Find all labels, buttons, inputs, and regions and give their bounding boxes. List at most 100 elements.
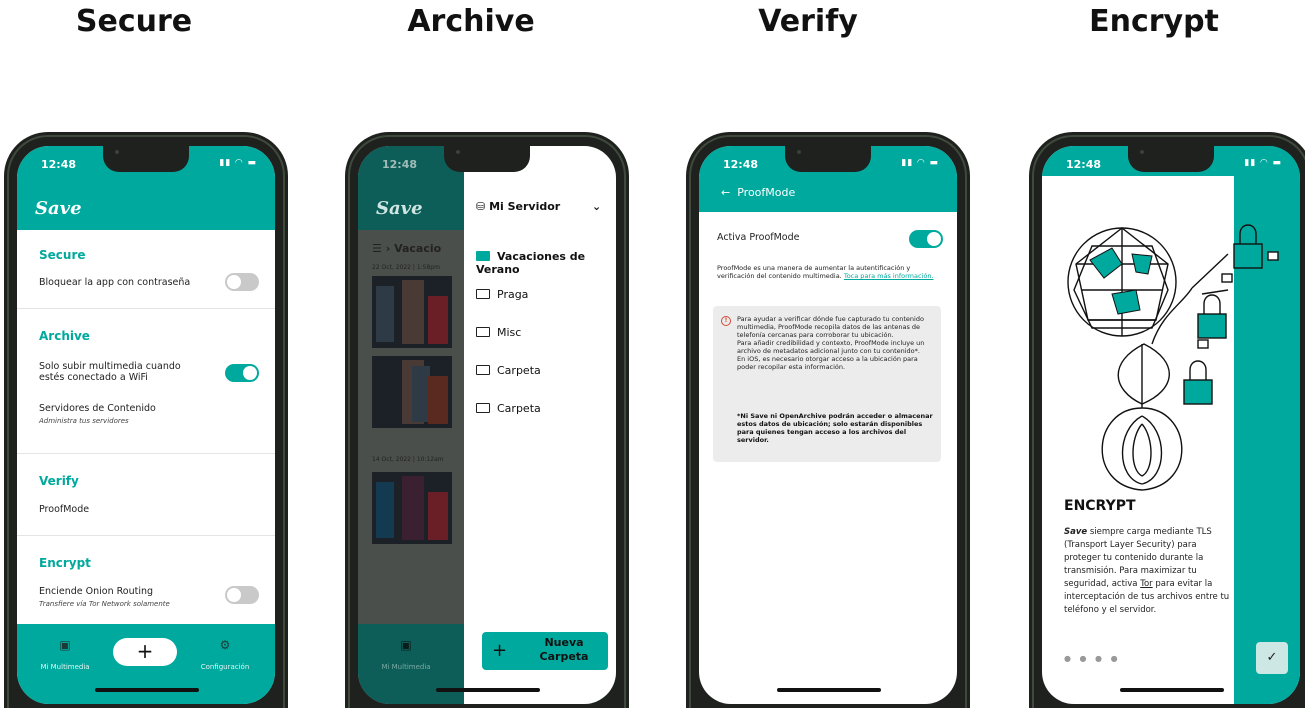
home-indicator — [95, 688, 199, 692]
wifi-only-toggle[interactable] — [225, 364, 259, 382]
wifi-only-label-2: estés conectado a WiFi — [39, 372, 148, 383]
encrypt-onboarding-screen: 12:48 ▮▮ ◠ ▬ ENCRYPT Save siempre carga … — [1042, 146, 1300, 704]
notch — [103, 146, 189, 172]
status-time: 12:48 — [1066, 158, 1102, 171]
section-title-secure: Secure — [39, 248, 86, 262]
media-icon: ▣ — [400, 638, 412, 652]
content-servers-label[interactable]: Servidores de Contenido — [39, 403, 156, 414]
section-title-verify: Verify — [39, 474, 79, 488]
lock-app-toggle[interactable] — [225, 273, 259, 291]
archive-screen: Save 12:48 ☰ › Vacacio 22 Oct, 2022 | 1:… — [358, 146, 616, 704]
signal-wifi-battery-icon: ▮▮ ◠ ▬ — [219, 158, 257, 168]
tor-link[interactable]: Tor — [1140, 579, 1152, 589]
phone-archive: Save 12:48 ☰ › Vacacio 22 Oct, 2022 | 1:… — [345, 132, 629, 708]
status-time: 12:48 — [723, 158, 759, 171]
proofmode-description: ProofMode es una manera de aumentar la a… — [717, 264, 943, 280]
onion-globe-illustration — [1067, 224, 1279, 491]
nav-settings-label: Configuración — [200, 663, 250, 671]
folder-item[interactable]: Praga — [476, 288, 528, 301]
activate-proofmode-label: Activa ProofMode — [717, 232, 800, 243]
notch — [1128, 146, 1214, 172]
media-date-2: 14 Oct, 2022 | 10:12am — [372, 456, 444, 463]
new-folder-button[interactable]: + Nueva Carpeta — [482, 632, 608, 670]
folder-item[interactable]: Carpeta — [476, 364, 541, 377]
folder-label: Vacaciones de Verano — [476, 250, 586, 276]
server-selector[interactable]: ⛁ Mi Servidor ⌄ — [476, 200, 601, 213]
folder-item[interactable]: Misc — [476, 326, 521, 339]
proofmode-screen: 12:48 ▮▮ ◠ ▬ ← ProofMode Activa ProofMod… — [699, 146, 957, 704]
status-time: 12:48 — [41, 158, 77, 171]
wifi-only-label-1: Solo subir multimedia cuando — [39, 361, 181, 372]
phone-verify: 12:48 ▮▮ ◠ ▬ ← ProofMode Activa ProofMod… — [686, 132, 970, 708]
folder-label: Praga — [497, 288, 529, 301]
location-info-text: Para ayudar a verificar dónde fue captur… — [737, 315, 925, 371]
title-encrypt: Encrypt — [1089, 4, 1219, 39]
phone-encrypt: 12:48 ▮▮ ◠ ▬ ENCRYPT Save siempre carga … — [1029, 132, 1305, 708]
folder-item[interactable]: Vacaciones de Verano — [476, 250, 616, 276]
screen-title: ← ProofMode — [721, 186, 795, 199]
signal-wifi-battery-icon: ▮▮ ◠ ▬ — [1244, 158, 1282, 168]
save-logo: Save — [376, 198, 423, 219]
onion-routing-sub: Transfiere vía Tor Network solamente — [39, 600, 170, 608]
breadcrumb-folder: Vacacio — [394, 242, 442, 255]
home-indicator — [436, 688, 540, 692]
section-title-archive: Archive — [39, 329, 90, 343]
page-indicator-dots: ● ● ● ● — [1064, 654, 1121, 663]
notch — [785, 146, 871, 172]
onion-routing-toggle[interactable] — [225, 586, 259, 604]
gear-icon: ⚙ — [219, 638, 231, 652]
content-servers-sub: Administra tus servidores — [39, 417, 129, 425]
back-arrow-icon[interactable]: ← — [721, 186, 730, 199]
media-icon: ▣ — [59, 638, 71, 652]
activate-proofmode-toggle[interactable] — [909, 230, 943, 248]
info-warning-icon: ! — [721, 316, 731, 326]
folder-item[interactable]: Carpeta — [476, 402, 541, 415]
settings-screen: 12:48 ▮▮ ◠ ▬ Save Secure Bloquear la app… — [17, 146, 275, 704]
notch — [444, 146, 530, 172]
divider — [17, 453, 275, 454]
folder-icon — [476, 251, 490, 261]
home-indicator — [1120, 688, 1224, 692]
title-archive: Archive — [407, 4, 535, 39]
nav-media[interactable]: ▣ Mi Multimedia — [25, 638, 105, 673]
nav-media-label: Mi Multimedia — [381, 663, 431, 671]
server-drawer: ⛁ Mi Servidor ⌄ Vacaciones de Verano Pra… — [464, 146, 616, 704]
folder-icon — [476, 289, 490, 299]
server-icon: ⛁ — [476, 200, 486, 213]
onboarding-body: Save siempre carga mediante TLS (Transpo… — [1064, 526, 1230, 617]
more-info-link[interactable]: Toca para más información. — [844, 272, 934, 280]
breadcrumb: ☰ › Vacacio — [372, 242, 442, 255]
section-title-encrypt: Encrypt — [39, 556, 91, 570]
nav-media[interactable]: ▣ Mi Multimedia — [366, 638, 446, 673]
onboarding-title: ENCRYPT — [1064, 498, 1136, 514]
divider — [17, 535, 275, 536]
signal-wifi-battery-icon: ▮▮ ◠ ▬ — [901, 158, 939, 168]
location-info-box: ! Para ayudar a verificar dónde fue capt… — [713, 306, 941, 462]
save-logo: Save — [35, 198, 82, 219]
title-verify: Verify — [758, 4, 858, 39]
folder-icon — [476, 365, 490, 375]
status-time: 12:48 — [382, 158, 418, 171]
add-media-button[interactable]: + — [113, 638, 177, 666]
folder-icon — [476, 403, 490, 413]
folder-label: Carpeta — [497, 402, 541, 415]
media-thumbnail[interactable] — [372, 356, 452, 428]
new-folder-label: Nueva Carpeta — [539, 636, 589, 663]
proofmode-link[interactable]: ProofMode — [39, 504, 89, 515]
folder-label: Misc — [497, 326, 522, 339]
media-date-1: 22 Oct, 2022 | 1:58pm — [372, 264, 440, 271]
chevron-down-icon: ⌄ — [592, 200, 602, 213]
location-disclaimer: *Ni Save ni OpenArchive podrán acceder o… — [737, 412, 933, 444]
folder-icon — [476, 327, 490, 337]
plus-icon: + — [492, 640, 508, 661]
folder-label: Carpeta — [497, 364, 541, 377]
server-name: Mi Servidor — [489, 200, 561, 213]
bottom-nav: ▣ Mi Multimedia + ⚙ Configuración — [17, 624, 275, 704]
media-thumbnail[interactable] — [372, 472, 452, 544]
onion-routing-label: Enciende Onion Routing — [39, 586, 154, 597]
media-thumbnail[interactable] — [372, 276, 452, 348]
done-check-button[interactable]: ✓ — [1256, 642, 1288, 674]
divider — [17, 308, 275, 309]
nav-settings[interactable]: ⚙ Configuración — [185, 638, 265, 673]
title-secure: Secure — [75, 4, 193, 39]
